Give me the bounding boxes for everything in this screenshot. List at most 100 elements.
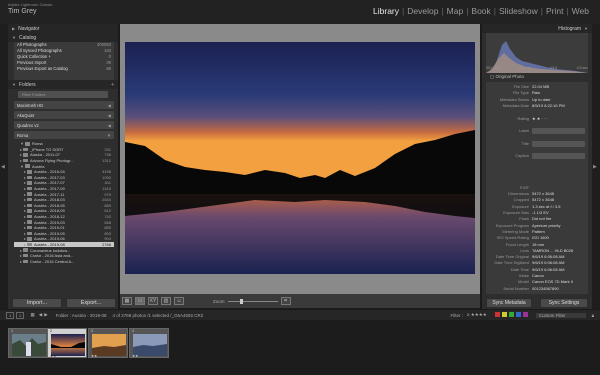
disclosure-triangle-icon[interactable]: ▸ — [24, 203, 26, 208]
volume-arrow-icon: ▼ — [106, 132, 111, 138]
forward-arrow-icon[interactable]: ▶ — [44, 312, 47, 318]
module-develop[interactable]: Develop — [404, 6, 441, 16]
volume-macintosh-hd[interactable]: Macintosh HD ◀ — [14, 101, 114, 109]
disclosure-triangle-icon[interactable]: ▸ — [24, 225, 26, 230]
folder-icon — [27, 203, 33, 208]
sync-settings-button[interactable]: Sync Settings — [540, 298, 588, 308]
filmstrip-thumb[interactable]: 3 ★★ — [88, 328, 128, 358]
disclosure-triangle-icon[interactable]: ▸ — [24, 220, 26, 225]
export-button[interactable]: Export... — [66, 298, 116, 308]
disclosure-triangle-icon[interactable]: ▸ — [20, 253, 22, 258]
folder-name: Austria - 2017-11 — [34, 191, 65, 197]
volume-akaquiet[interactable]: AkaQuiet ◀ — [14, 111, 114, 119]
disclosure-triangle-icon[interactable]: ▸ — [24, 197, 26, 202]
navigator-panel-header[interactable]: ▶ Navigator — [8, 24, 118, 33]
import-button[interactable]: Import... — [12, 298, 62, 308]
color-label-filter[interactable] — [493, 312, 528, 318]
survey-view-icon[interactable]: ▥ — [161, 297, 171, 305]
disclosure-triangle-icon[interactable]: ▸ — [24, 208, 26, 213]
disclosure-triangle-icon[interactable]: ▸ — [24, 192, 26, 197]
folder-name: Austria — [31, 163, 45, 169]
disclosure-triangle-icon[interactable]: ▸ — [24, 169, 26, 174]
filmstrip-thumb[interactable]: 1 — [8, 328, 48, 358]
thumb-index: 1 — [11, 329, 13, 333]
volume-roma[interactable]: Roma ▼ — [14, 131, 114, 139]
module-slideshow[interactable]: Slideshow — [496, 6, 541, 16]
disclosure-triangle-icon[interactable]: ▸ — [20, 259, 22, 264]
module-map[interactable]: Map — [444, 6, 467, 16]
back-arrow-icon[interactable]: ◀ — [39, 312, 42, 318]
left-panel-edge[interactable]: ◀ — [0, 24, 8, 309]
color-label-swatch[interactable] — [494, 312, 500, 317]
rating-filter-stars[interactable]: ≥ ★★★★ — [467, 312, 487, 318]
disclosure-triangle-icon[interactable]: ▸ — [24, 180, 26, 185]
folder-name: Crafur - 2016 Central A... — [30, 258, 75, 264]
disclosure-triangle-icon[interactable]: ▸ — [20, 147, 22, 152]
disclosure-triangle-icon[interactable]: ▸ — [20, 248, 22, 253]
folder-count: 231 — [104, 146, 111, 152]
color-label-swatch[interactable] — [515, 312, 521, 317]
metadata-value[interactable] — [532, 140, 585, 147]
metadata-panel: File Size 22.04 MB File Type Raw Metadata St… — [486, 82, 588, 294]
compare-view-icon[interactable]: XY — [148, 297, 158, 305]
expand-triangle-icon: ▶ — [12, 26, 16, 31]
catalog-item[interactable]: Previous Export as Catalog 86 — [14, 66, 114, 72]
metadata-value[interactable] — [532, 128, 585, 135]
folder-name: Coronavirus lockdow... — [30, 247, 71, 253]
module-library[interactable]: Library — [370, 6, 402, 16]
folder-count: 889 — [104, 202, 111, 208]
add-folder-icon[interactable]: + — [111, 82, 114, 88]
disclosure-triangle-icon[interactable]: ▸ — [20, 152, 22, 157]
disclosure-triangle-icon[interactable]: ▼ — [20, 141, 24, 146]
module-web[interactable]: Web — [569, 6, 592, 16]
color-label-swatch[interactable] — [508, 312, 514, 317]
disclosure-triangle-icon[interactable]: ▼ — [20, 164, 24, 169]
folders-panel-header[interactable]: ▼ Folders + — [8, 80, 118, 89]
histo-shutter: 1/3 sec — [576, 66, 588, 70]
folder-filter-input[interactable]: Filter Folders — [18, 91, 108, 98]
module-book[interactable]: Book — [468, 6, 493, 16]
sync-metadata-button[interactable]: Sync Metadata — [486, 298, 532, 308]
folder-count: 742 — [104, 214, 111, 220]
filmstrip-thumb-selected[interactable]: 2 ★★ — [47, 328, 87, 358]
folder-name: Austria - 2018-03 — [34, 197, 65, 203]
grid-icon[interactable]: ▦ — [30, 312, 34, 318]
loupe-view-icon[interactable]: ▭ — [135, 297, 145, 305]
filter-preset[interactable]: Custom Filter — [535, 312, 586, 318]
original-photo-toggle[interactable]: ▢ Original Photo — [490, 74, 524, 80]
disclosure-triangle-icon[interactable]: ▸ — [20, 158, 22, 163]
color-label-swatch[interactable] — [522, 312, 528, 317]
disclosure-triangle-icon[interactable]: ▸ — [24, 214, 26, 219]
disclosure-triangle-icon[interactable]: ▸ — [24, 236, 26, 241]
module-print[interactable]: Print — [543, 6, 566, 16]
main-photo[interactable] — [125, 42, 475, 274]
people-view-icon[interactable]: ☺ — [174, 297, 184, 305]
disclosure-triangle-icon[interactable]: ▸ — [24, 186, 26, 191]
folder-item[interactable]: ▸ Crafur - 2016 Central A... — [14, 258, 114, 264]
filmstrip-thumb[interactable]: 4 ★★ — [129, 328, 169, 358]
page-2-button[interactable]: 2 — [16, 311, 25, 319]
folder-icon — [23, 259, 29, 264]
color-label-swatch[interactable] — [501, 312, 507, 317]
grid-view-icon[interactable]: ▦ — [122, 297, 132, 305]
folder-name: Austria - 2018-05 — [34, 202, 65, 208]
folder-path[interactable]: Folder : Austria - 2019-08 — [56, 313, 107, 318]
disclosure-triangle-icon[interactable]: ▸ — [24, 175, 26, 180]
right-panel-edge[interactable]: ▶ — [592, 24, 600, 309]
folder-count: 811 — [104, 180, 111, 186]
disclosure-triangle-icon[interactable]: ▸ — [24, 242, 26, 247]
zoom-slider-thumb[interactable] — [239, 298, 243, 304]
histogram-panel-header[interactable]: Histogram ▼ — [482, 24, 592, 33]
disclosure-triangle-icon[interactable]: ▸ — [24, 231, 26, 236]
grid-overlay-icon[interactable]: ⌗ — [280, 297, 291, 305]
folder-icon — [27, 186, 33, 191]
catalog-panel-header[interactable]: ▼ Catalog — [8, 33, 118, 42]
folder-name: Austria - 2017-07 — [34, 180, 65, 186]
metadata-value[interactable] — [532, 153, 585, 160]
page-1-button[interactable]: 1 — [6, 311, 15, 319]
zoom-slider[interactable] — [227, 298, 278, 304]
folder-icon — [27, 209, 33, 213]
folder-icon — [27, 197, 33, 202]
volume-quadrex[interactable]: Quadrex v2 ◀ — [14, 121, 114, 129]
lock-icon[interactable]: 🔒︎ — [592, 313, 594, 318]
